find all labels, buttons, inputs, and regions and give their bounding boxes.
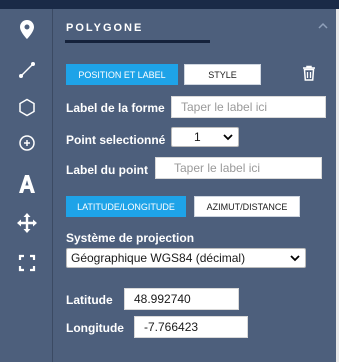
title-underline [65, 40, 210, 43]
chevron-up-icon[interactable] [316, 19, 330, 33]
projection-value: Géographique WGS84 (décimal) [71, 251, 246, 265]
circle-icon[interactable] [14, 130, 40, 156]
latitude-label: Latitude [66, 293, 113, 307]
top-bar [0, 0, 339, 9]
selected-point-value: 1 [194, 130, 201, 144]
polygon-panel: POLYGONE POSITION ET LABEL STYLE Label d… [54, 9, 336, 362]
tab-latitude-longitude[interactable]: LATITUDE/LONGITUDE [66, 196, 186, 217]
fullscreen-icon[interactable] [14, 250, 40, 276]
chevron-down-icon [223, 134, 233, 141]
selected-point-select[interactable]: 1 [171, 127, 239, 147]
point-label-input[interactable]: Taper le label ici [155, 157, 322, 179]
longitude-label: Longitude [66, 321, 124, 335]
move-icon[interactable] [14, 210, 40, 236]
trash-icon[interactable] [302, 65, 316, 81]
longitude-input[interactable]: -7.766423 [134, 316, 248, 338]
tab-style[interactable]: STYLE [184, 64, 261, 85]
polygon-icon[interactable] [14, 94, 40, 120]
projection-select[interactable]: Géographique WGS84 (décimal) [66, 248, 306, 268]
shape-label-label: Label de la forme [66, 101, 165, 115]
latitude-input[interactable]: 48.992740 [124, 288, 239, 310]
shape-label-input[interactable]: Taper le label ici [171, 96, 326, 118]
tab-azimuth-distance[interactable]: AZIMUT/DISTANCE [194, 196, 300, 217]
tab-position-label[interactable]: POSITION ET LABEL [66, 64, 178, 85]
marker-icon[interactable] [14, 16, 40, 42]
line-icon[interactable] [14, 57, 40, 83]
selected-point-label: Point selectionné [66, 133, 166, 147]
text-icon[interactable] [14, 171, 40, 197]
projection-label: Système de projection [66, 231, 195, 245]
chevron-down-icon [290, 255, 300, 262]
drawing-toolbar [0, 9, 53, 362]
point-label-label: Label du point [66, 163, 148, 177]
panel-title: POLYGONE [66, 22, 144, 34]
